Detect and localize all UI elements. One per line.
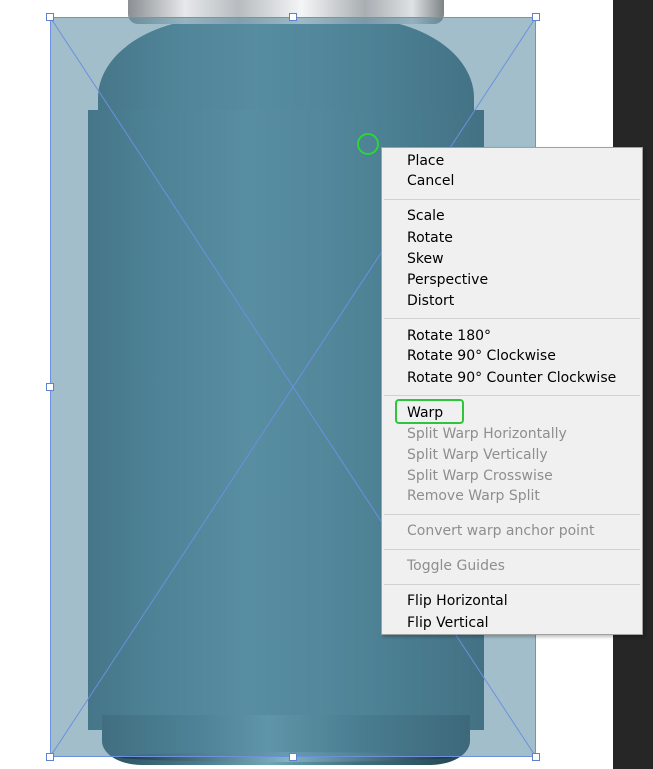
menu-separator [384, 395, 640, 396]
transform-context-menu: Place Cancel Scale Rotate Skew Perspecti… [381, 147, 643, 635]
menu-item-perspective[interactable]: Perspective [407, 270, 488, 290]
menu-item-flip-vertical[interactable]: Flip Vertical [407, 613, 489, 633]
menu-item-split-warp-horizontally: Split Warp Horizontally [407, 426, 567, 442]
menu-item-rotate-90-ccw[interactable]: Rotate 90° Counter Clockwise [407, 368, 616, 388]
menu-item-split-warp-vertically: Split Warp Vertically [407, 447, 548, 463]
handle-bottom-center[interactable] [289, 753, 297, 761]
menu-item-place[interactable]: Place [407, 151, 444, 171]
menu-item-warp[interactable]: Warp [407, 403, 443, 423]
menu-item-toggle-guides: Toggle Guides [407, 558, 505, 574]
handle-bottom-left[interactable] [46, 753, 54, 761]
menu-item-split-warp-crosswise: Split Warp Crosswise [407, 468, 553, 484]
menu-item-remove-warp-split: Remove Warp Split [407, 488, 540, 504]
handle-top-left[interactable] [46, 13, 54, 21]
menu-separator [384, 514, 640, 515]
cursor-ring-icon [357, 133, 379, 155]
handle-top-right[interactable] [532, 13, 540, 21]
menu-item-flip-horizontal[interactable]: Flip Horizontal [407, 591, 508, 611]
handle-middle-left[interactable] [46, 383, 54, 391]
menu-item-rotate[interactable]: Rotate [407, 228, 453, 248]
menu-item-cancel[interactable]: Cancel [407, 171, 454, 191]
menu-item-distort[interactable]: Distort [407, 291, 454, 311]
menu-item-scale[interactable]: Scale [407, 206, 445, 226]
menu-separator [384, 199, 640, 200]
menu-separator [384, 318, 640, 319]
menu-item-rotate-180[interactable]: Rotate 180° [407, 326, 491, 346]
menu-separator [384, 549, 640, 550]
menu-item-skew[interactable]: Skew [407, 249, 444, 269]
handle-bottom-right[interactable] [532, 753, 540, 761]
menu-item-convert-warp-anchor-point: Convert warp anchor point [407, 523, 595, 539]
menu-separator [384, 584, 640, 585]
handle-top-center[interactable] [289, 13, 297, 21]
menu-item-rotate-90-cw[interactable]: Rotate 90° Clockwise [407, 346, 556, 366]
